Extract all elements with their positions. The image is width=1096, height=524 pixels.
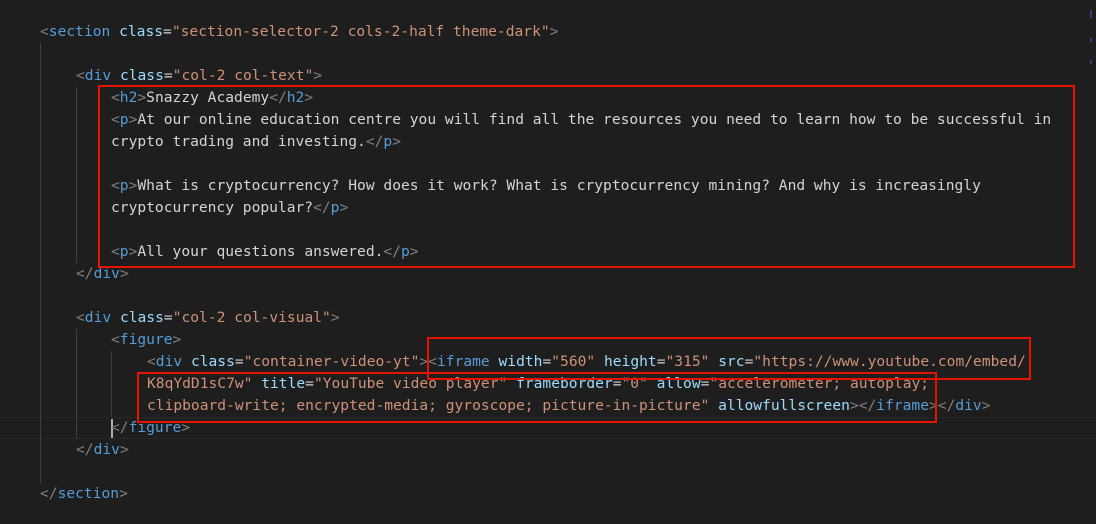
attr-value: clipboard-write; encrypted-media; gyrosc… <box>147 397 710 414</box>
code-editor[interactable]: <section class="section-selector-2 cols-… <box>0 0 1096 524</box>
code-line[interactable]: cryptocurrency popular?</p> <box>111 197 348 219</box>
attr-name: title <box>261 375 306 392</box>
tag-name: div <box>84 67 112 84</box>
tag-name: div <box>84 309 112 326</box>
tag-name: div <box>155 353 183 370</box>
attr-value: "560" <box>551 353 596 370</box>
code-line[interactable]: <div class="col-2 col-visual"> <box>76 307 340 329</box>
paragraph-text: What is cryptocurrency? How does it work… <box>137 177 981 194</box>
code-line[interactable]: <p>At our online education centre you wi… <box>111 109 1051 131</box>
tag-name: figure <box>119 331 173 348</box>
attr-value: "col-2 col-text" <box>172 67 314 84</box>
attr-value: "YouTube video player" <box>313 375 508 392</box>
attr-name: width <box>498 353 543 370</box>
attr-name: allow <box>656 375 701 392</box>
minimap-marker <box>1090 10 1092 18</box>
code-line[interactable]: <p>All your questions answered.</p> <box>111 241 419 263</box>
tag-name: section <box>48 23 111 40</box>
attr-name: height <box>603 353 657 370</box>
code-line[interactable]: </div> <box>76 263 129 285</box>
tag-name: iframe <box>876 397 929 414</box>
attr-name: class <box>119 23 164 40</box>
paragraph-text: crypto trading and investing. <box>111 133 366 150</box>
tag-name: iframe <box>437 353 490 370</box>
attr-name: allowfullscreen <box>718 397 850 414</box>
minimap-marker <box>1090 60 1092 64</box>
code-line[interactable]: <p>What is cryptocurrency? How does it w… <box>111 175 981 197</box>
tag-name: figure <box>128 419 182 436</box>
tag-name: div <box>955 397 982 414</box>
tag-name: p <box>400 243 410 260</box>
paragraph-text: cryptocurrency popular? <box>111 199 314 216</box>
attr-name: class <box>119 309 164 326</box>
code-line[interactable]: <div class="container-video-yt"><iframe … <box>147 351 1026 373</box>
tag-name: p <box>119 111 129 128</box>
attr-name: class <box>190 353 235 370</box>
code-line[interactable]: <figure> <box>111 329 181 351</box>
code-line[interactable]: </section> <box>40 483 128 505</box>
tag-name: p <box>119 243 129 260</box>
code-line[interactable]: <section class="section-selector-2 cols-… <box>40 21 558 43</box>
code-line[interactable]: </div> <box>76 439 129 461</box>
paragraph-text: At our online education centre you will … <box>137 111 1052 128</box>
indent-guide <box>111 351 112 417</box>
tag-name: section <box>57 485 120 502</box>
attr-value: "container-video-yt" <box>243 353 420 370</box>
attr-value: K8qYdD1sC7w" <box>147 375 253 392</box>
code-line[interactable]: clipboard-write; encrypted-media; gyrosc… <box>147 395 991 417</box>
attr-value: "315" <box>665 353 710 370</box>
code-line[interactable]: crypto trading and investing.</p> <box>111 131 401 153</box>
tag-name: div <box>93 441 120 458</box>
indent-guide <box>76 329 77 439</box>
code-line[interactable]: K8qYdD1sC7w" title="YouTube video player… <box>147 373 929 395</box>
attr-value: "https://www.youtube.com/embed/ <box>753 353 1026 370</box>
tag-name: div <box>93 265 120 282</box>
code-line[interactable]: <h2>Snazzy Academy</h2> <box>111 87 313 109</box>
heading-text: Snazzy Academy <box>146 89 270 106</box>
paragraph-text: All your questions answered. <box>137 243 384 260</box>
code-line[interactable]: </figure> <box>111 417 190 439</box>
attr-name: src <box>718 353 745 370</box>
attr-name: class <box>119 67 164 84</box>
tag-name: p <box>119 177 129 194</box>
attr-value: "0" <box>621 375 648 392</box>
attr-value: "accelerometer; autoplay; <box>709 375 930 392</box>
attr-value: "col-2 col-visual" <box>172 309 331 326</box>
code-line[interactable]: <div class="col-2 col-text"> <box>76 65 322 87</box>
indent-guide <box>76 87 77 263</box>
tag-name: h2 <box>119 89 138 106</box>
attr-value: "section-selector-2 cols-2-half theme-da… <box>171 23 550 40</box>
tag-name: p <box>383 133 393 150</box>
tag-name: h2 <box>286 89 305 106</box>
minimap-marker <box>1090 38 1092 42</box>
indent-guide <box>40 43 41 483</box>
attr-name: frameborder <box>516 375 613 392</box>
